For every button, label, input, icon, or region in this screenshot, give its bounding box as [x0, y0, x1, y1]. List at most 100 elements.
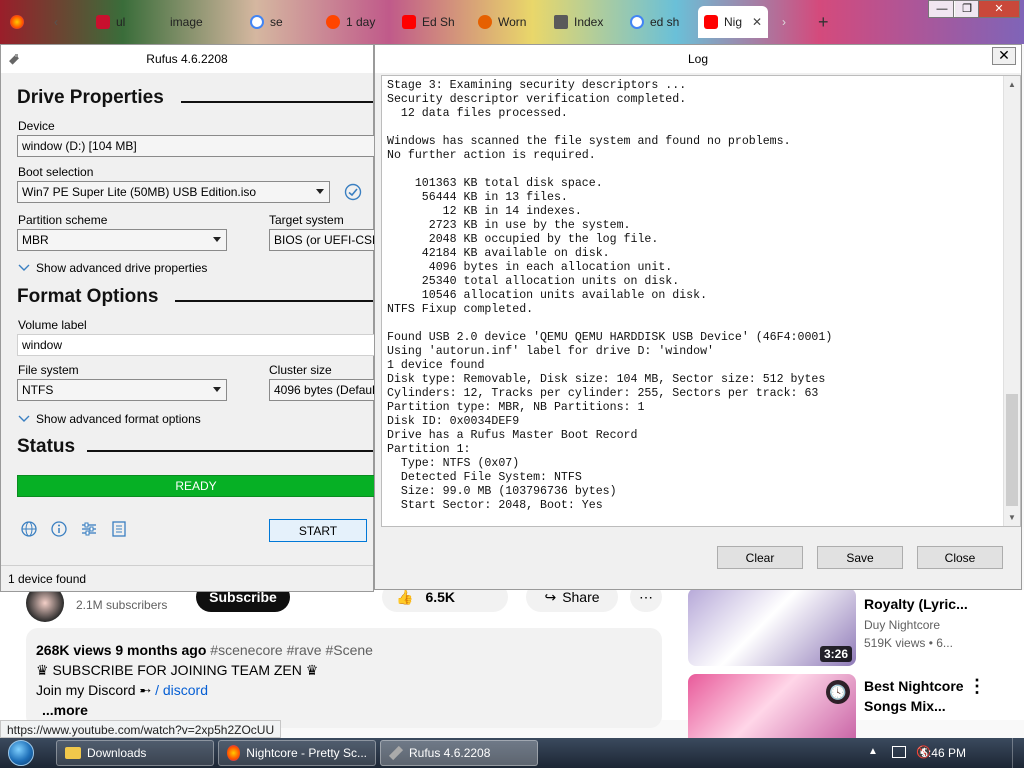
youtube-icon — [402, 15, 416, 29]
target-system-select[interactable]: BIOS (or UEFI-CSM — [269, 229, 375, 251]
video-description[interactable]: 268K views 9 months ago #scenecore #rave… — [26, 628, 662, 728]
video-duration: 3:26 — [819, 646, 852, 662]
close-button[interactable]: Close — [917, 546, 1003, 569]
progress-text: READY — [175, 479, 217, 493]
firefox-menu[interactable] — [4, 6, 32, 38]
more-vert-icon[interactable]: ⋮ — [968, 676, 986, 697]
rufus-title-bar[interactable]: Rufus 4.6.2208 — [1, 45, 373, 73]
clear-button[interactable]: Clear — [717, 546, 803, 569]
drive-properties-heading: Drive Properties — [17, 87, 164, 108]
device-select[interactable]: window (D:) [104 MB] — [17, 135, 375, 157]
hashtags[interactable]: #scenecore #rave #Scene — [210, 642, 373, 658]
advanced-format-toggle[interactable]: Show advanced format options — [18, 412, 201, 426]
tab-1[interactable]: ul — [90, 6, 154, 38]
thumbs-up-icon: 👍 — [396, 588, 414, 605]
boot-selection-select[interactable]: Win7 PE Super Lite (50MB) USB Edition.is… — [17, 181, 330, 203]
view-count-date: 268K views 9 months ago — [36, 642, 207, 658]
watch-later-icon[interactable]: 🕓 — [826, 680, 850, 704]
rufus-title: Rufus 4.6.2208 — [146, 52, 228, 66]
tab-scroll-left[interactable]: ‹ — [48, 6, 72, 38]
cluster-size-label: Cluster size — [269, 363, 332, 377]
scroll-down-icon[interactable]: ▼ — [1008, 513, 1016, 522]
chevron-down-icon — [213, 237, 221, 242]
tab-8[interactable]: ed sh — [624, 6, 700, 38]
target-system-label: Target system — [269, 213, 344, 227]
scroll-up-icon[interactable]: ▲ — [1008, 80, 1016, 89]
new-tab-button[interactable]: + — [812, 6, 834, 38]
boot-selection-label: Boot selection — [18, 165, 94, 179]
section-divider — [87, 450, 373, 452]
rec-meta: 519K views • 6... — [864, 636, 953, 650]
status-progress-bar: READY — [17, 475, 375, 497]
network-icon[interactable] — [892, 746, 906, 758]
chevron-down-icon — [18, 415, 30, 422]
start-button[interactable]: START — [269, 519, 367, 542]
rec-channel[interactable]: Duy Nightcore — [864, 618, 940, 632]
log-scroll-thumb[interactable] — [1006, 394, 1018, 506]
usb-drive-icon — [388, 745, 404, 761]
partition-scheme-label: Partition scheme — [18, 213, 108, 227]
tab-3[interactable]: se — [244, 6, 310, 38]
chevron-down-icon — [213, 387, 221, 392]
info-icon[interactable] — [50, 520, 68, 538]
firefox-icon — [10, 15, 24, 29]
tab-4[interactable]: 1 day — [320, 6, 390, 38]
description-line: Join my Discord ➸ / discord — [36, 682, 209, 698]
section-divider — [181, 101, 373, 103]
tab-5[interactable]: Ed Sh — [396, 6, 468, 38]
tab-close-icon[interactable]: ✕ — [752, 15, 762, 29]
settings-sliders-icon[interactable] — [80, 520, 98, 538]
description-line: ♛ SUBSCRIBE FOR JOINING TEAM ZEN ♛ — [36, 662, 319, 678]
rec-title[interactable]: Royalty (Lyric... — [864, 596, 968, 612]
gear-icon — [478, 15, 492, 29]
window-close-button[interactable]: ✕ — [978, 0, 1020, 18]
format-options-heading: Format Options — [17, 286, 159, 307]
rec-title[interactable]: Best Nightcore — [864, 678, 964, 694]
google-icon — [250, 15, 264, 29]
log-icon[interactable] — [110, 520, 128, 538]
show-desktop-button[interactable] — [1012, 738, 1024, 768]
minimize-button[interactable]: — — [928, 0, 956, 18]
tab-scroll-right[interactable]: › — [776, 6, 796, 38]
discord-link[interactable]: / discord — [155, 682, 208, 698]
tab-active-nightcore[interactable]: Nig ✕ — [698, 6, 768, 38]
log-title-bar[interactable]: Log ✕ — [375, 45, 1021, 73]
taskbar-item-firefox[interactable]: Nightcore - Pretty Sc... — [218, 740, 376, 766]
rec-thumbnail[interactable]: 3:26 — [688, 588, 856, 666]
file-system-select[interactable]: NTFS — [17, 379, 227, 401]
firefox-icon — [227, 745, 241, 761]
rec-title[interactable]: Songs Mix... — [864, 698, 946, 714]
log-close-icon[interactable]: ✕ — [992, 47, 1016, 65]
maximize-button[interactable]: ❐ — [953, 0, 981, 18]
volume-label-input[interactable]: window — [17, 334, 375, 356]
checksum-check-icon[interactable] — [344, 183, 362, 201]
status-heading: Status — [17, 436, 76, 457]
google-icon — [630, 15, 644, 29]
globe-icon[interactable] — [20, 520, 38, 538]
cluster-size-select[interactable]: 4096 bytes (Default — [269, 379, 375, 401]
share-icon: ↪ — [544, 588, 557, 605]
log-window: Log ✕ Stage 3: Examining security descri… — [374, 44, 1022, 590]
taskbar-item-rufus[interactable]: Rufus 4.6.2208 — [380, 740, 538, 766]
youtube-icon — [704, 15, 718, 29]
log-textarea[interactable]: Stage 3: Examining security descriptors … — [381, 75, 1021, 527]
taskbar-clock[interactable]: 5:46 PM — [921, 746, 966, 760]
save-button[interactable]: Save — [817, 546, 903, 569]
subscriber-count: 2.1M subscribers — [76, 598, 168, 612]
tab-2[interactable]: image — [164, 6, 236, 38]
log-scrollbar[interactable]: ▲ ▼ — [1003, 76, 1020, 526]
volume-label-label: Volume label — [18, 318, 87, 332]
partition-scheme-select[interactable]: MBR — [17, 229, 227, 251]
start-orb-icon[interactable] — [8, 740, 34, 766]
device-label: Device — [18, 119, 55, 133]
advanced-drive-toggle[interactable]: Show advanced drive properties — [18, 261, 207, 275]
chevron-down-icon — [18, 264, 30, 271]
tray-expand-icon[interactable]: ▲ — [868, 746, 878, 757]
tab-7[interactable]: Index — [548, 6, 622, 38]
section-divider — [175, 300, 373, 302]
show-more-link[interactable]: ...more — [36, 700, 652, 720]
usb-drive-icon — [9, 54, 19, 65]
tab-6[interactable]: Worn — [472, 6, 546, 38]
status-bar-text: 1 device found — [8, 572, 87, 586]
taskbar-item-downloads[interactable]: Downloads — [56, 740, 214, 766]
